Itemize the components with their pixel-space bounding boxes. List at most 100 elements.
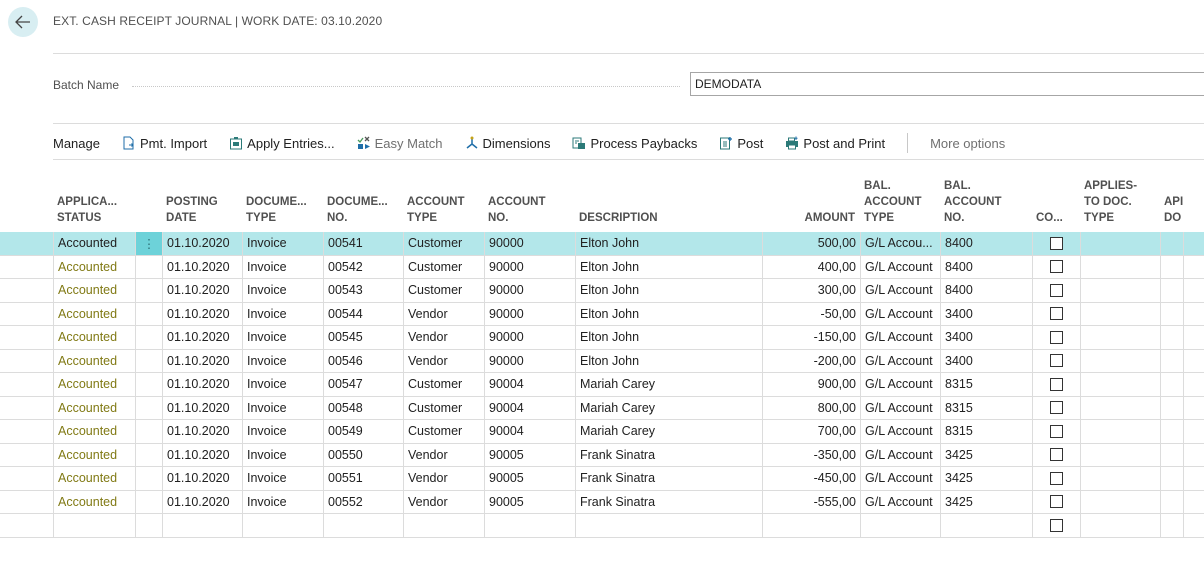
- cell-document-type[interactable]: Invoice: [242, 349, 323, 372]
- cell-application-status[interactable]: Accounted: [53, 443, 135, 466]
- cell-correction[interactable]: [1032, 467, 1080, 490]
- cell-account-no[interactable]: 90005: [484, 443, 575, 466]
- cell-application-status[interactable]: Accounted: [53, 302, 135, 325]
- cell-posting-date[interactable]: 01.10.2020: [162, 420, 242, 443]
- cell-document-no[interactable]: 00551: [323, 467, 403, 490]
- cell-description[interactable]: Elton John: [575, 302, 762, 325]
- table-row[interactable]: Accounted 01.10.2020 Invoice 00551 Vendo…: [0, 467, 1204, 491]
- cell-posting-date[interactable]: 01.10.2020: [162, 279, 242, 302]
- cell-correction[interactable]: [1032, 396, 1080, 419]
- cell-application-status[interactable]: Accounted: [53, 232, 135, 255]
- row-actions-cell[interactable]: [135, 373, 162, 396]
- table-row[interactable]: Accounted 01.10.2020 Invoice 00548 Custo…: [0, 396, 1204, 420]
- col-header-document-no[interactable]: DOCUME... NO.: [323, 172, 403, 232]
- cell-account-no[interactable]: 90000: [484, 279, 575, 302]
- cell-applies-to-doc-type[interactable]: [1080, 232, 1160, 255]
- cell-bal-account-type[interactable]: G/L Account: [860, 255, 940, 278]
- cell-document-type[interactable]: Invoice: [242, 467, 323, 490]
- cell-bal-account-type[interactable]: G/L Account: [860, 420, 940, 443]
- cell-description[interactable]: Mariah Carey: [575, 420, 762, 443]
- cell-bal-account-no[interactable]: 8315: [940, 420, 1032, 443]
- table-row[interactable]: Accounted 01.10.2020 Invoice 00545 Vendo…: [0, 326, 1204, 350]
- cell-account-no[interactable]: 90000: [484, 255, 575, 278]
- cell-posting-date[interactable]: 01.10.2020: [162, 302, 242, 325]
- correction-checkbox[interactable]: [1050, 283, 1063, 297]
- cell-bal-account-no[interactable]: 8400: [940, 232, 1032, 255]
- cell-amount[interactable]: -50,00: [762, 302, 860, 325]
- cell-bal-account-no[interactable]: 3400: [940, 302, 1032, 325]
- cell-applies-to-doc-type[interactable]: [1080, 420, 1160, 443]
- row-actions-cell[interactable]: [135, 443, 162, 466]
- cell-applies-to-doc-type[interactable]: [1080, 443, 1160, 466]
- post-and-print-button[interactable]: Post and Print: [785, 136, 885, 151]
- cell-applies-to-doc-type[interactable]: [1080, 514, 1160, 537]
- cell-document-no[interactable]: 00544: [323, 302, 403, 325]
- cell-document-type[interactable]: Invoice: [242, 326, 323, 349]
- cell-application-status[interactable]: Accounted: [53, 255, 135, 278]
- cell-bal-account-no[interactable]: 8400: [940, 255, 1032, 278]
- cell-correction[interactable]: [1032, 420, 1080, 443]
- col-header-posting-date[interactable]: POSTING DATE: [162, 172, 242, 232]
- cell-application-status[interactable]: Accounted: [53, 420, 135, 443]
- cell-applies-to-doc-no[interactable]: [1160, 302, 1184, 325]
- cell-description[interactable]: Frank Sinatra: [575, 467, 762, 490]
- cell-account-type[interactable]: Vendor: [403, 302, 484, 325]
- cell-applies-to-doc-no[interactable]: [1160, 396, 1184, 419]
- col-header-document-type[interactable]: DOCUME... TYPE: [242, 172, 322, 232]
- cell-application-status[interactable]: Accounted: [53, 279, 135, 302]
- cell-account-type[interactable]: Vendor: [403, 349, 484, 372]
- cell-document-no[interactable]: 00549: [323, 420, 403, 443]
- table-row[interactable]: Accounted 01.10.2020 Invoice 00552 Vendo…: [0, 490, 1204, 514]
- col-header-correction[interactable]: CO...: [1032, 172, 1079, 232]
- table-row[interactable]: Accounted 01.10.2020 Invoice 00543 Custo…: [0, 279, 1204, 303]
- cell-applies-to-doc-no[interactable]: [1160, 349, 1184, 372]
- correction-checkbox[interactable]: [1050, 236, 1063, 250]
- row-actions-cell[interactable]: [135, 467, 162, 490]
- cell-amount[interactable]: 400,00: [762, 255, 860, 278]
- cell-applies-to-doc-type[interactable]: [1080, 373, 1160, 396]
- cell-posting-date[interactable]: 01.10.2020: [162, 396, 242, 419]
- col-header-bal-account-type[interactable]: BAL. ACCOUNT TYPE: [860, 172, 940, 232]
- cell-bal-account-type[interactable]: G/L Account: [860, 326, 940, 349]
- cell-document-no[interactable]: [323, 514, 403, 537]
- manage-menu[interactable]: Manage: [53, 136, 100, 151]
- easy-match-button[interactable]: Easy Match: [357, 136, 443, 151]
- col-header-applies-to-doc-no[interactable]: API DO: [1160, 172, 1204, 232]
- cell-document-type[interactable]: Invoice: [242, 443, 323, 466]
- row-actions-cell[interactable]: [135, 514, 162, 537]
- table-row[interactable]: Accounted 01.10.2020 Invoice 00547 Custo…: [0, 373, 1204, 397]
- cell-document-type[interactable]: Invoice: [242, 396, 323, 419]
- correction-checkbox[interactable]: [1050, 471, 1063, 485]
- post-button[interactable]: Post: [719, 136, 763, 151]
- table-row[interactable]: Accounted 01.10.2020 Invoice 00550 Vendo…: [0, 443, 1204, 467]
- apply-entries-button[interactable]: Apply Entries...: [229, 136, 335, 151]
- cell-amount[interactable]: 900,00: [762, 373, 860, 396]
- row-actions-cell[interactable]: [135, 255, 162, 278]
- row-actions-cell[interactable]: [135, 349, 162, 372]
- cell-description[interactable]: Elton John: [575, 279, 762, 302]
- dimensions-button[interactable]: Dimensions: [465, 136, 550, 151]
- correction-checkbox[interactable]: [1050, 401, 1063, 415]
- cell-applies-to-doc-type[interactable]: [1080, 302, 1160, 325]
- cell-amount[interactable]: -350,00: [762, 443, 860, 466]
- correction-checkbox[interactable]: [1050, 330, 1063, 344]
- correction-checkbox[interactable]: [1050, 495, 1063, 509]
- cell-document-no[interactable]: 00542: [323, 255, 403, 278]
- cell-bal-account-type[interactable]: G/L Account: [860, 396, 940, 419]
- cell-correction[interactable]: [1032, 326, 1080, 349]
- row-actions-cell[interactable]: [135, 326, 162, 349]
- cell-account-type[interactable]: [403, 514, 484, 537]
- col-header-description[interactable]: DESCRIPTION: [575, 172, 761, 232]
- cell-application-status[interactable]: [53, 514, 135, 537]
- cell-account-type[interactable]: Customer: [403, 420, 484, 443]
- cell-account-no[interactable]: 90005: [484, 467, 575, 490]
- cell-document-no[interactable]: 00545: [323, 326, 403, 349]
- cell-bal-account-type[interactable]: G/L Account: [860, 467, 940, 490]
- cell-posting-date[interactable]: [162, 514, 242, 537]
- cell-bal-account-no[interactable]: 8315: [940, 373, 1032, 396]
- cell-account-no[interactable]: [484, 514, 575, 537]
- correction-checkbox[interactable]: [1050, 307, 1063, 321]
- cell-bal-account-no[interactable]: 8315: [940, 396, 1032, 419]
- cell-bal-account-no[interactable]: 8400: [940, 279, 1032, 302]
- cell-applies-to-doc-no[interactable]: [1160, 443, 1184, 466]
